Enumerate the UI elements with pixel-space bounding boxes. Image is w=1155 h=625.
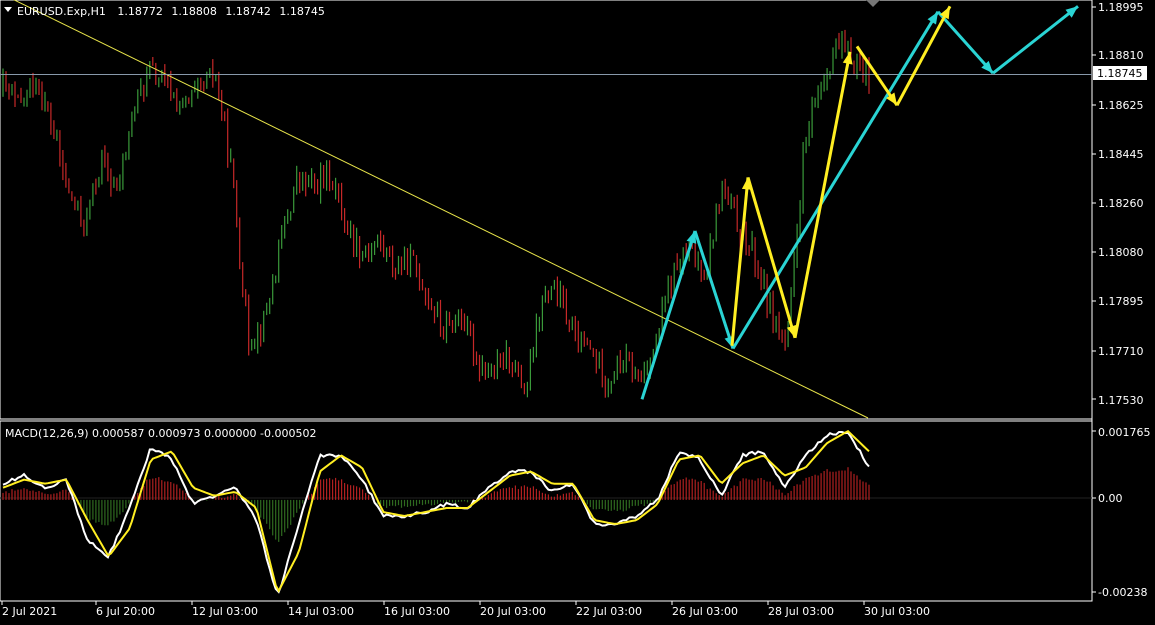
cyan-arrow[interactable] [640,230,697,400]
main-pane-border [0,0,1093,420]
time-tick: 20 Jul 03:00 [480,605,546,618]
macd-title: MACD(12,26,9) 0.000587 0.000973 0.000000… [5,427,316,440]
candles [2,29,870,398]
cyan-arrow[interactable] [731,10,940,350]
signal-line [2,429,870,593]
yellow-arrow[interactable] [895,5,952,107]
current-price-tag: 1.18745 [1093,66,1147,80]
macd-axis: 0.001765 0.00 -0.00238 [1092,426,1151,599]
price-tick: 1.18260 [1098,197,1144,210]
symbol-dropdown-icon[interactable] [4,7,12,12]
time-tick: 6 Jul 20:00 [96,605,155,618]
price-tick: 1.17530 [1098,394,1144,407]
macd-line [2,431,870,594]
macd-tick: 0.00 [1098,492,1123,505]
price-tick: 1.18445 [1098,148,1144,161]
time-tick: 26 Jul 03:00 [672,605,738,618]
macd-histogram [2,467,870,542]
macd-pane-border [0,420,1093,602]
price-tick: 1.18810 [1098,49,1144,62]
time-tick: 12 Jul 03:00 [192,605,258,618]
cyan-arrow[interactable] [693,230,735,349]
price-tick: 1.17710 [1098,345,1144,358]
time-tick: 22 Jul 03:00 [576,605,642,618]
price-tick: 1.17895 [1098,295,1144,308]
price-axis: 1.18995 1.18810 1.18625 1.18445 1.18260 … [1092,1,1144,407]
chart-window[interactable]: EURUSD.Exp,H1 1.18772 1.18808 1.18742 1.… [0,0,1155,621]
time-tick: 16 Jul 03:00 [384,605,450,618]
time-tick: 2 Jul 2021 [2,605,57,618]
cyan-arrow[interactable] [936,10,995,75]
time-tick: 30 Jul 03:00 [864,605,930,618]
chart-shift-marker-icon[interactable] [866,0,880,7]
time-tick: 14 Jul 03:00 [288,605,354,618]
price-tick: 1.18625 [1098,99,1144,112]
time-tick: 28 Jul 03:00 [768,605,834,618]
cyan-arrow[interactable] [992,5,1079,75]
macd-tick: -0.00238 [1098,586,1147,599]
time-axis: 2 Jul 2021 6 Jul 20:00 12 Jul 03:00 14 J… [0,600,1092,618]
macd-tick: 0.001765 [1098,426,1151,439]
symbol-title: EURUSD.Exp,H1 1.18772 1.18808 1.18742 1.… [17,5,325,18]
price-tick: 1.18995 [1098,1,1144,14]
price-tick: 1.18080 [1098,246,1144,259]
current-price-label: 1.18745 [1097,67,1143,80]
chart-canvas[interactable]: EURUSD.Exp,H1 1.18772 1.18808 1.18742 1.… [0,0,1155,621]
